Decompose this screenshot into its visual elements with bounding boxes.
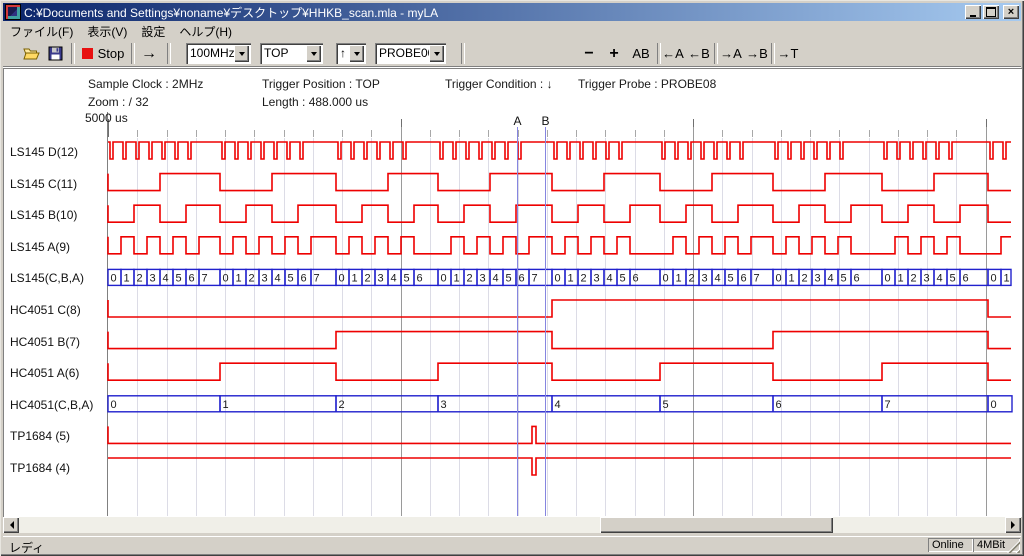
maximize-button[interactable]	[983, 5, 999, 19]
status-bar: レディ Online 4MBit	[3, 536, 1021, 554]
horizontal-scrollbar[interactable]	[3, 517, 1021, 533]
menu-bar: ファイル(F) 表示(V) 設定 ヘルプ(H)	[3, 22, 1021, 40]
open-folder-icon	[23, 46, 40, 61]
app-icon	[5, 4, 21, 20]
minimize-icon	[970, 15, 976, 17]
info-length: Length : 488.000 us	[262, 95, 368, 109]
stop-icon	[82, 48, 93, 59]
channel-label-2: LS145 B(10)	[10, 208, 77, 222]
status-message: レディ	[9, 539, 44, 556]
channel-label-3: LS145 A(9)	[10, 240, 70, 254]
trigger-position-combo[interactable]: TOP	[260, 43, 323, 64]
trigger-probe-value: PROBE00	[379, 46, 434, 60]
info-trigger-probe: Trigger Probe : PROBE08	[578, 77, 716, 91]
channel-label-0: LS145 D(12)	[10, 145, 78, 159]
toolbar-separator	[771, 43, 775, 64]
channel-label-1: LS145 C(11)	[10, 177, 77, 191]
scrollbar-thumb[interactable]	[600, 517, 833, 533]
zoom-in-button[interactable]: +	[603, 42, 625, 65]
info-trigger-condition: Trigger Condition : ↓	[445, 77, 553, 91]
sample-clock-combo[interactable]: 100MHz	[186, 43, 251, 64]
dropdown-arrow-icon[interactable]	[306, 45, 321, 62]
channel-label-7: HC4051 A(6)	[10, 366, 79, 380]
info-trigger-position: Trigger Position : TOP	[262, 77, 380, 91]
close-button[interactable]: ×	[1003, 5, 1019, 19]
toolbar-separator	[461, 43, 465, 64]
main-window: C:¥Documents and Settings¥noname¥デスクトップ¥…	[0, 0, 1024, 556]
info-zoom: Zoom : / 32	[88, 95, 149, 109]
maximize-icon	[986, 7, 996, 17]
menu-view[interactable]: 表示(V)	[80, 22, 134, 41]
scroll-left-button[interactable]	[3, 517, 19, 533]
app-root: { "window": { "title": "C:¥Documents and…	[0, 0, 1024, 556]
channel-label-10: TP1684 (4)	[10, 461, 70, 475]
channel-label-5: HC4051 C(8)	[10, 303, 81, 317]
toolbar-separator	[131, 43, 135, 64]
channel-label-8: HC4051(C,B,A)	[10, 398, 93, 412]
left-a-button[interactable]: ←A	[661, 42, 685, 65]
trigger-edge-value: ↑	[340, 46, 346, 60]
toolbar-separator	[714, 43, 718, 64]
stop-label: Stop	[98, 46, 125, 61]
save-floppy-icon	[48, 46, 63, 61]
scroll-right-icon	[1011, 521, 1019, 529]
trigger-edge-combo[interactable]: ↑	[336, 43, 366, 64]
info-sample-clock: Sample Clock : 2MHz	[88, 77, 203, 91]
minimize-button[interactable]	[965, 5, 981, 19]
right-a-button[interactable]: →A	[719, 42, 743, 65]
dropdown-arrow-icon[interactable]	[234, 45, 249, 62]
channel-label-6: HC4051 B(7)	[10, 335, 80, 349]
window-title: C:¥Documents and Settings¥noname¥デスクトップ¥…	[24, 4, 965, 21]
dropdown-arrow-icon[interactable]	[349, 45, 364, 62]
right-b-button[interactable]: →B	[745, 42, 769, 65]
channel-label-9: TP1684 (5)	[10, 429, 70, 443]
trigger-position-value: TOP	[264, 46, 288, 60]
save-button[interactable]	[43, 42, 67, 65]
ruler-scale-label: 5000 us	[85, 111, 128, 125]
stop-button[interactable]: Stop	[79, 42, 127, 65]
zoom-ab-button[interactable]: AB	[628, 42, 654, 65]
toolbar-separator	[167, 43, 171, 64]
window-controls: ×	[965, 5, 1019, 19]
run-button[interactable]: →	[136, 42, 162, 65]
dropdown-arrow-icon[interactable]	[429, 45, 444, 62]
title-bar[interactable]: C:¥Documents and Settings¥noname¥デスクトップ¥…	[3, 3, 1021, 21]
trigger-probe-combo[interactable]: PROBE00	[375, 43, 446, 64]
sample-clock-value: 100MHz	[190, 46, 235, 60]
open-button[interactable]	[19, 42, 43, 65]
menu-help[interactable]: ヘルプ(H)	[172, 22, 239, 41]
scroll-left-icon	[6, 521, 14, 529]
zoom-out-button[interactable]: −	[578, 42, 600, 65]
waveform-client-area	[3, 68, 1022, 517]
status-online: Online	[928, 538, 973, 552]
toolbar: Stop → 100MHz TOP ↑ PROBE00 − + AB ←A ←B	[3, 40, 1021, 68]
menu-file[interactable]: ファイル(F)	[3, 22, 80, 41]
channel-label-4: LS145(C,B,A)	[10, 271, 84, 285]
menu-settings[interactable]: 設定	[134, 22, 172, 41]
left-b-button[interactable]: ←B	[687, 42, 711, 65]
scroll-right-button[interactable]	[1005, 517, 1021, 533]
right-t-button[interactable]: →T	[776, 42, 800, 65]
toolbar-separator	[71, 43, 75, 64]
